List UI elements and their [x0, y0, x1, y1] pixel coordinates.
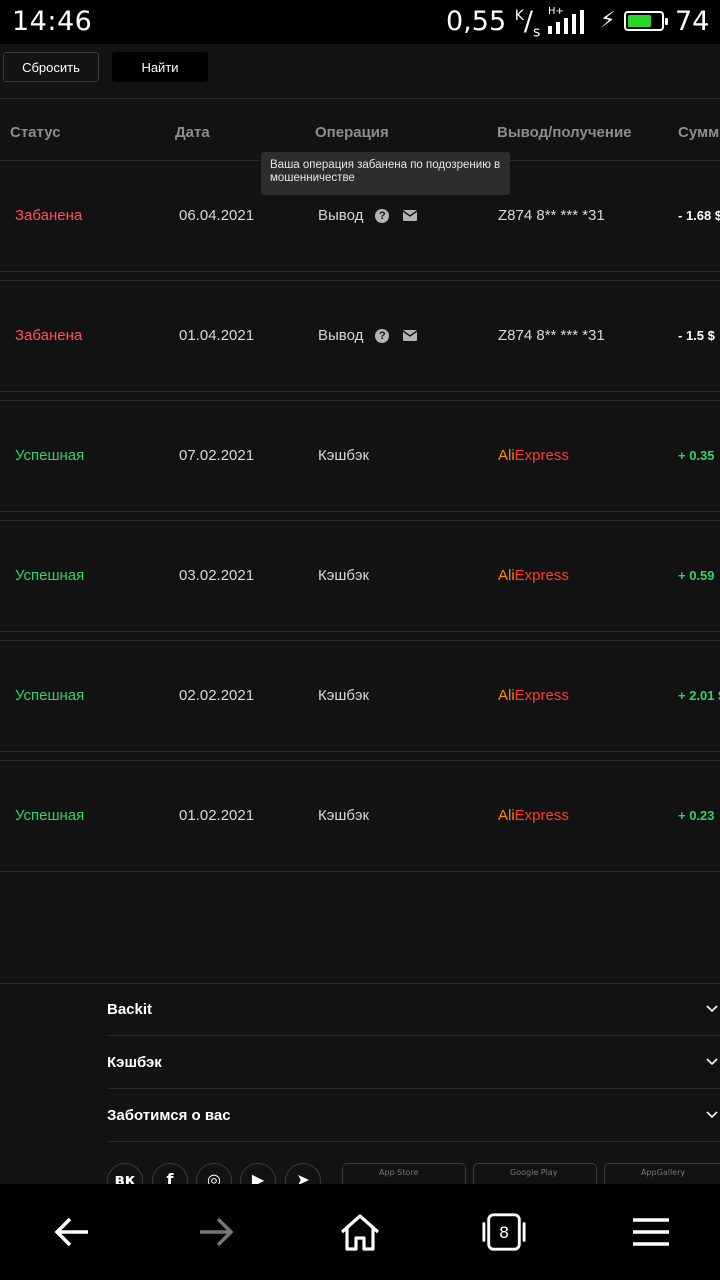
date-cell: 03.02.2021 — [179, 567, 255, 584]
menu-button[interactable] — [629, 1212, 673, 1252]
destination-cell: Z874 8** *** *31 — [498, 327, 605, 344]
mail-icon[interactable] — [403, 210, 418, 221]
back-button[interactable] — [50, 1212, 94, 1252]
date-cell: 06.04.2021 — [179, 207, 255, 224]
table-row: Успешная 07.02.2021 Кэшбэк AliExpress + … — [0, 400, 720, 512]
filter-bar: Сбросить Найти — [0, 44, 720, 99]
status-badge: Успешная — [15, 567, 85, 584]
aliexpress-logo: AliExpress — [498, 447, 569, 464]
ban-tooltip: Ваша операция забанена по подозрению в м… — [261, 152, 510, 195]
date-cell: 02.02.2021 — [179, 687, 255, 704]
footer-section-backit[interactable]: Backit — [107, 984, 720, 1036]
battery-icon — [624, 11, 668, 31]
chevron-down-icon — [706, 1111, 718, 1119]
operation-cell: Кэшбэк — [318, 687, 369, 704]
date-cell: 01.02.2021 — [179, 807, 255, 824]
operation-cell: Вывод ? — [318, 327, 418, 344]
status-badge: Успешная — [15, 687, 85, 704]
battery-level: 74 — [675, 6, 710, 37]
signal-icon — [548, 10, 584, 34]
reset-button[interactable]: Сбросить — [3, 52, 99, 82]
browser-nav-bar: 8 — [0, 1184, 720, 1280]
header-date: Дата — [175, 124, 210, 141]
clock: 14:46 — [12, 6, 93, 37]
sum-cell: - 1.5 $ — [678, 328, 715, 343]
arrow-right-icon — [200, 1217, 234, 1247]
operation-label: Вывод — [318, 327, 364, 344]
tabs-button[interactable]: 8 — [482, 1212, 526, 1252]
sum-cell: + 2.01 $ — [678, 688, 720, 703]
header-status: Статус — [10, 124, 61, 141]
header-operation: Операция — [315, 124, 389, 141]
sum-cell: - 1.68 $ — [678, 208, 720, 223]
tabs-count: 8 — [499, 1223, 510, 1242]
operation-cell: Вывод ? — [318, 207, 418, 224]
status-badge: Успешная — [15, 807, 85, 824]
aliexpress-logo: AliExpress — [498, 567, 569, 584]
operation-label: Кэшбэк — [318, 807, 370, 824]
operation-cell: Кэшбэк — [318, 567, 369, 584]
home-icon — [340, 1214, 380, 1251]
header-sum: Сумм — [678, 124, 720, 141]
status-bar: 14:46 0,55 K/s H+ ⚡ 74 — [0, 0, 720, 44]
chevron-down-icon — [706, 1058, 718, 1066]
chevron-down-icon — [706, 1005, 718, 1013]
operation-cell: Кэшбэк — [318, 447, 369, 464]
network-speed: 0,55 K/s — [446, 6, 541, 41]
table-row: Забанена 01.04.2021 Вывод ? Z874 8** ***… — [0, 280, 720, 392]
operation-label: Кэшбэк — [318, 447, 370, 464]
header-destination: Вывод/получение — [497, 124, 632, 141]
battery-fill — [628, 15, 651, 27]
find-button[interactable]: Найти — [112, 52, 208, 82]
sum-cell: + 0.23 — [678, 808, 715, 823]
mail-icon[interactable] — [403, 330, 418, 341]
date-cell: 01.04.2021 — [179, 327, 255, 344]
charging-icon: ⚡ — [600, 8, 616, 33]
table-row: Успешная 03.02.2021 Кэшбэк AliExpress + … — [0, 520, 720, 632]
footer-section-cashback[interactable]: Кэшбэк — [107, 1037, 720, 1089]
date-cell: 07.02.2021 — [179, 447, 255, 464]
operation-cell: Кэшбэк — [318, 807, 369, 824]
arrow-left-icon — [54, 1217, 88, 1247]
operation-label: Вывод — [318, 207, 364, 224]
aliexpress-logo: AliExpress — [498, 807, 569, 824]
aliexpress-logo: AliExpress — [498, 687, 569, 704]
sum-cell: + 0.59 — [678, 568, 715, 583]
table-row: Успешная 01.02.2021 Кэшбэк AliExpress + … — [0, 760, 720, 872]
sum-cell: + 0.35 — [678, 448, 715, 463]
status-badge: Забанена — [15, 207, 83, 224]
help-icon[interactable]: ? — [375, 208, 390, 223]
footer-section-care[interactable]: Заботимся о вас — [107, 1090, 720, 1142]
operation-label: Кэшбэк — [318, 567, 370, 584]
operation-label: Кэшбэк — [318, 687, 370, 704]
home-button[interactable] — [338, 1212, 382, 1252]
hamburger-icon — [633, 1218, 669, 1246]
forward-button[interactable] — [194, 1212, 238, 1252]
help-icon[interactable]: ? — [375, 328, 390, 343]
table-row: Успешная 02.02.2021 Кэшбэк AliExpress + … — [0, 640, 720, 752]
destination-cell: Z874 8** *** *31 — [498, 207, 605, 224]
status-badge: Успешная — [15, 447, 85, 464]
status-badge: Забанена — [15, 327, 83, 344]
